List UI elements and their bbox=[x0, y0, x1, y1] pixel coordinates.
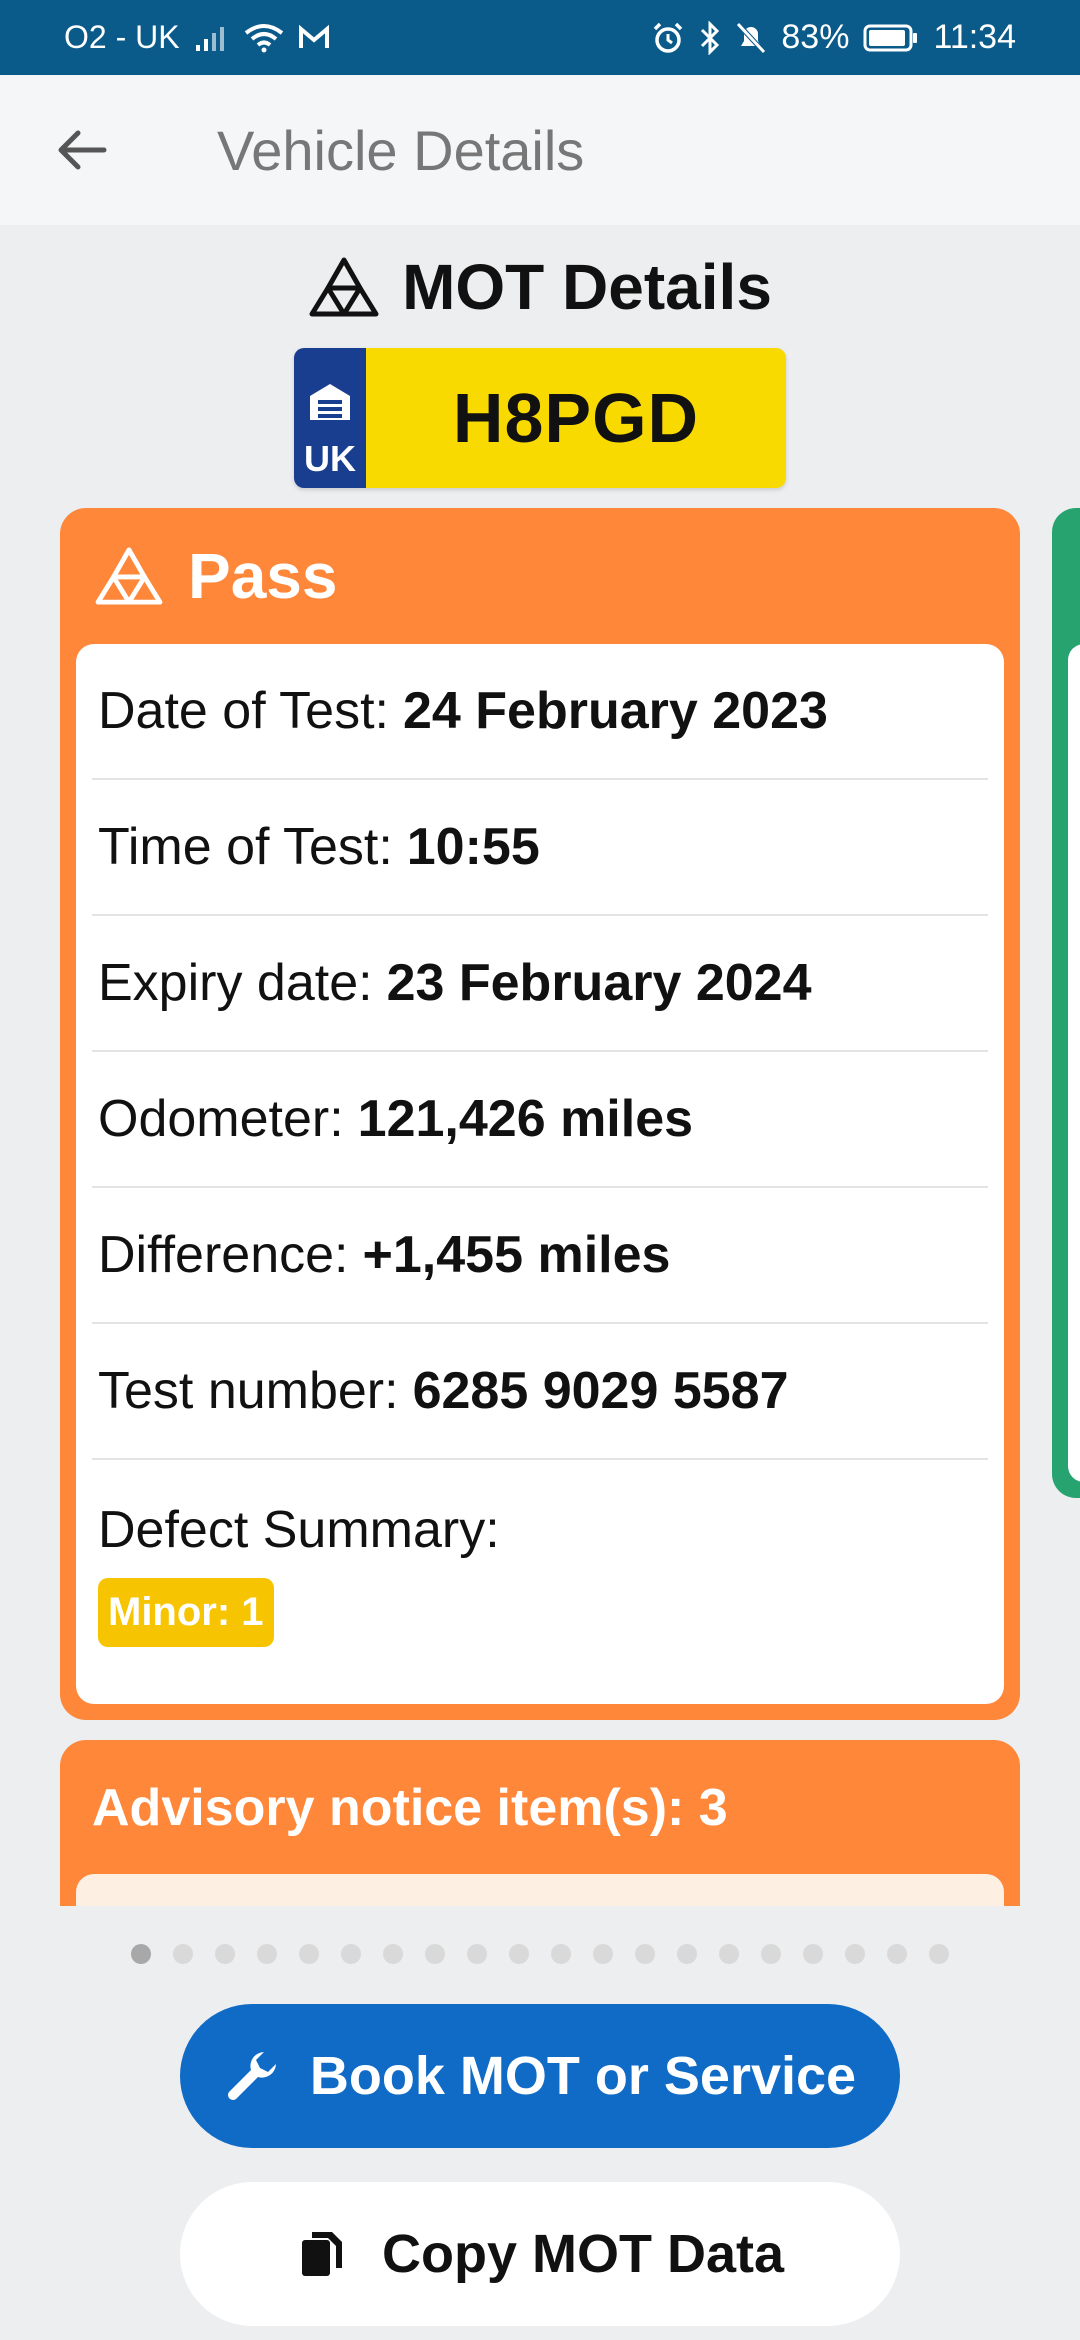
plate-country-band: UK bbox=[294, 348, 366, 488]
wrench-icon bbox=[227, 2052, 276, 2100]
alarm-icon bbox=[651, 21, 685, 55]
detail-row-date: Date of Test: 24 February 2023 bbox=[92, 644, 988, 780]
page-dot[interactable] bbox=[173, 1944, 193, 1964]
advisory-body bbox=[76, 1874, 1004, 1906]
wifi-icon bbox=[244, 23, 284, 53]
copy-mot-label: Copy MOT Data bbox=[381, 2224, 785, 2284]
mot-heading: MOT Details bbox=[0, 250, 1080, 324]
clock: 11:34 bbox=[933, 18, 1016, 56]
detail-value: 23 February 2024 bbox=[386, 954, 812, 1012]
page-indicator bbox=[0, 1944, 1080, 1964]
screen: O2 - UK 83% 11:34 Vehicle Details MOT De… bbox=[0, 0, 1080, 2340]
copy-mot-data-button[interactable]: Copy MOT Data bbox=[180, 2182, 900, 2326]
page-dot[interactable] bbox=[257, 1944, 277, 1964]
mot-triangles-icon bbox=[309, 257, 379, 317]
page-dot[interactable] bbox=[299, 1944, 319, 1964]
detail-key: Expiry date: bbox=[98, 954, 373, 1012]
signal-icon bbox=[194, 23, 230, 53]
next-card-body bbox=[1068, 644, 1080, 1482]
detail-row-odometer: Odometer: 121,426 miles bbox=[92, 1052, 988, 1188]
page-dot[interactable] bbox=[131, 1944, 151, 1964]
detail-key: Odometer: bbox=[98, 1090, 344, 1148]
carrier-label: O2 - UK bbox=[64, 19, 180, 55]
number-plate: UK H8PGD bbox=[294, 348, 786, 488]
bluetooth-icon bbox=[699, 20, 721, 55]
mail-icon bbox=[298, 24, 330, 52]
detail-row-time: Time of Test: 10:55 bbox=[92, 780, 988, 916]
detail-value: 6285 9029 5587 bbox=[412, 1362, 789, 1420]
page-dot[interactable] bbox=[467, 1944, 487, 1964]
garage-icon bbox=[310, 384, 350, 420]
mot-triangles-icon bbox=[95, 546, 163, 605]
status-bar: O2 - UK 83% 11:34 bbox=[0, 0, 1080, 75]
page-dot[interactable] bbox=[677, 1944, 697, 1964]
detail-value: 121,426 miles bbox=[357, 1090, 694, 1148]
page-dot[interactable] bbox=[425, 1944, 445, 1964]
book-mot-button[interactable]: Book MOT or Service bbox=[180, 2004, 900, 2148]
battery-percent: 83% bbox=[781, 18, 850, 56]
defect-summary-label: Defect Summary: bbox=[98, 1501, 500, 1559]
minor-defect-badge: Minor: 1 bbox=[98, 1578, 274, 1647]
detail-key: Difference: bbox=[98, 1226, 349, 1284]
arrow-left-icon bbox=[58, 130, 107, 170]
page-dot[interactable] bbox=[929, 1944, 949, 1964]
detail-row-difference: Difference: +1,455 miles bbox=[92, 1188, 988, 1324]
detail-value: 24 February 2023 bbox=[402, 682, 828, 740]
detail-key: Time of Test: bbox=[98, 818, 393, 876]
mot-result-card[interactable]: Pass Date of Test: 24 February 2023 Time… bbox=[60, 508, 1020, 1720]
page-dot[interactable] bbox=[887, 1944, 907, 1964]
app-bar: Vehicle Details bbox=[0, 75, 1080, 225]
detail-row-test-number: Test number: 6285 9029 5587 bbox=[92, 1324, 988, 1460]
plate-country: UK bbox=[304, 438, 356, 479]
result-details: Date of Test: 24 February 2023 Time of T… bbox=[76, 644, 1004, 1704]
page-dot[interactable] bbox=[509, 1944, 529, 1964]
copy-icon bbox=[301, 2232, 342, 2276]
page-dot[interactable] bbox=[845, 1944, 865, 1964]
detail-value: 10:55 bbox=[406, 818, 540, 876]
result-status: Pass bbox=[188, 539, 338, 612]
page-dot[interactable] bbox=[635, 1944, 655, 1964]
page-dot[interactable] bbox=[719, 1944, 739, 1964]
page-dot[interactable] bbox=[341, 1944, 361, 1964]
mute-icon bbox=[735, 21, 767, 55]
detail-row-expiry: Expiry date: 23 February 2024 bbox=[92, 916, 988, 1052]
page-dot[interactable] bbox=[215, 1944, 235, 1964]
book-mot-label: Book MOT or Service bbox=[309, 2046, 857, 2106]
detail-value: +1,455 miles bbox=[362, 1226, 671, 1284]
result-header: Pass bbox=[60, 508, 1020, 643]
page-dot[interactable] bbox=[803, 1944, 823, 1964]
status-left: O2 - UK bbox=[64, 19, 330, 56]
defect-summary: Defect Summary: Minor: 1 bbox=[92, 1460, 988, 1647]
next-result-card-peek[interactable] bbox=[1052, 508, 1080, 1498]
advisory-card[interactable]: Advisory notice item(s): 3 bbox=[60, 1740, 1020, 1906]
battery-icon bbox=[863, 23, 919, 53]
status-right: 83% 11:34 bbox=[651, 18, 1016, 57]
detail-key: Test number: bbox=[98, 1362, 399, 1420]
page-dot[interactable] bbox=[551, 1944, 571, 1964]
detail-key: Date of Test: bbox=[98, 682, 389, 740]
page-dot[interactable] bbox=[383, 1944, 403, 1964]
page-dot[interactable] bbox=[593, 1944, 613, 1964]
advisory-label: Advisory notice item(s): 3 bbox=[92, 1779, 728, 1837]
back-button[interactable] bbox=[42, 110, 122, 190]
page-title: Vehicle Details bbox=[217, 118, 585, 182]
mot-details-title: MOT Details bbox=[402, 251, 772, 323]
plate-registration: H8PGD bbox=[366, 348, 786, 488]
page-dot[interactable] bbox=[761, 1944, 781, 1964]
